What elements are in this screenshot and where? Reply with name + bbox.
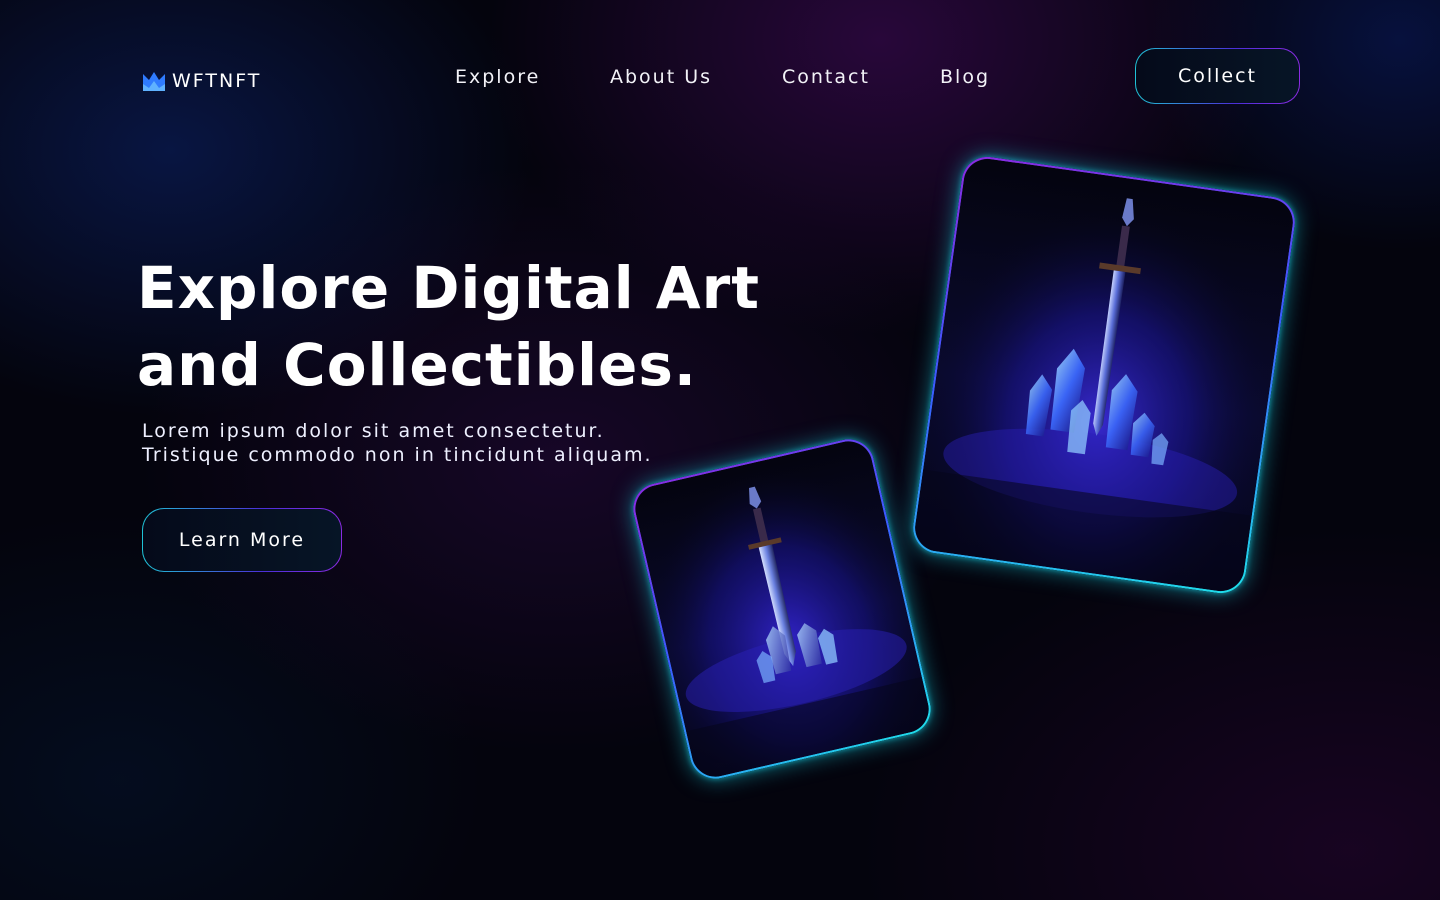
sword-in-crystals-art bbox=[912, 155, 1296, 595]
nav-item-explore[interactable]: Explore bbox=[455, 66, 540, 88]
hero-subtitle: Lorem ipsum dolor sit amet consectetur. … bbox=[142, 419, 653, 467]
hero-title: Explore Digital Art and Collectibles. bbox=[137, 250, 837, 404]
brand-logo[interactable]: WFTNFT bbox=[142, 68, 261, 94]
sword-in-crystals-art bbox=[630, 436, 934, 782]
learn-more-button[interactable]: Learn More bbox=[142, 508, 342, 572]
hero-title-line-2: and Collectibles. bbox=[137, 331, 697, 399]
collect-button[interactable]: Collect bbox=[1135, 48, 1300, 104]
crown-mountain-icon bbox=[143, 72, 165, 91]
hero-subtitle-line-2: Tristique commodo non in tincidunt aliqu… bbox=[142, 444, 653, 466]
brand-name: WFTNFT bbox=[172, 70, 262, 92]
nft-card-small[interactable] bbox=[628, 434, 936, 784]
landing-page: WFTNFT Explore About Us Contact Blog Col… bbox=[0, 0, 1440, 900]
nft-card-large[interactable] bbox=[909, 153, 1299, 597]
hero-title-line-1: Explore Digital Art bbox=[137, 254, 760, 322]
nav-item-blog[interactable]: Blog bbox=[940, 66, 990, 88]
hero-subtitle-line-1: Lorem ipsum dolor sit amet consectetur. bbox=[142, 420, 605, 442]
nav-item-about-us[interactable]: About Us bbox=[610, 66, 712, 88]
nav-item-contact[interactable]: Contact bbox=[782, 66, 870, 88]
